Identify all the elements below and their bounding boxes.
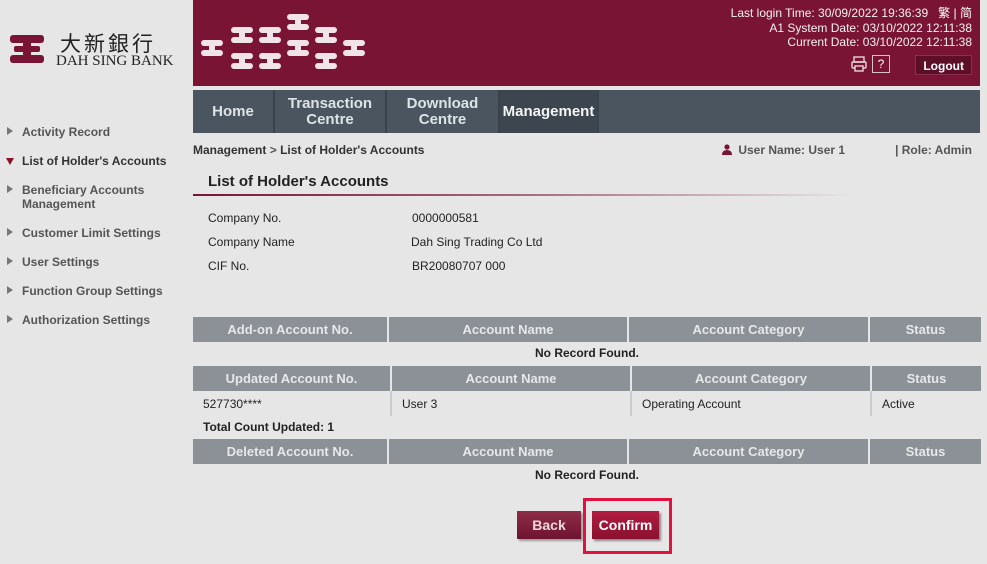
bank-logo-icon — [10, 35, 44, 63]
column-header: Updated Account No. — [193, 366, 392, 391]
column-header: Status — [870, 439, 981, 464]
user-bar: User Name: User 1 | Role: Admin — [722, 143, 980, 157]
header-banner: Last login Time: 30/09/2022 19:36:39 繁 |… — [193, 0, 980, 86]
table-header: Deleted Account No. Account Name Account… — [193, 439, 981, 464]
tab-transaction-centre[interactable]: Transaction Centre — [275, 90, 387, 133]
account-name-cell: User 3 — [392, 391, 632, 416]
sidebar-item-function-group-settings[interactable]: Function Group Settings — [0, 284, 185, 298]
no-record-message: No Record Found. — [535, 346, 639, 360]
user-name: User Name: User 1 — [738, 143, 846, 157]
sidebar-item-authorization-settings[interactable]: Authorization Settings — [0, 313, 185, 327]
status-cell: Active — [882, 396, 915, 411]
no-record-message: No Record Found. — [535, 468, 639, 482]
sidebar-item-activity-record[interactable]: Activity Record — [0, 125, 185, 139]
tab-label: Home — [212, 102, 254, 120]
current-date: Current Date: 03/10/2022 12:11:38 — [787, 35, 972, 49]
tab-label-line1: Download — [406, 94, 479, 112]
title-divider — [193, 194, 853, 196]
cif-no-value: BR20080707 000 — [412, 259, 506, 273]
logo-english-text: DAH SING BANK — [56, 53, 174, 69]
user-icon — [722, 144, 732, 155]
breadcrumb-root[interactable]: Management — [193, 143, 266, 157]
printer-icon[interactable] — [850, 55, 868, 73]
tab-management[interactable]: Management — [500, 90, 599, 133]
login-info: Last login Time: 30/09/2022 19:36:39 繁 |… — [731, 6, 972, 50]
lang-separator: | — [953, 6, 957, 20]
column-header: Status — [870, 317, 981, 342]
arrow-right-icon — [7, 315, 13, 323]
breadcrumb: Management > List of Holder's Accounts — [193, 143, 424, 157]
column-header: Account Category — [629, 317, 870, 342]
sidebar-item-beneficiary-accounts-management[interactable]: Beneficiary Accounts Management — [0, 183, 150, 211]
column-header: Account Name — [389, 439, 629, 464]
arrow-right-icon — [7, 228, 13, 236]
confirm-button[interactable]: Confirm — [592, 511, 659, 539]
tab-download-centre[interactable]: Download Centre — [387, 90, 500, 133]
last-login-time: Last login Time: 30/09/2022 19:36:39 — [730, 6, 929, 20]
account-no-cell: 527730**** — [193, 391, 392, 416]
table-header: Add-on Account No. Account Name Account … — [193, 317, 981, 342]
company-name-label: Company Name — [208, 235, 295, 249]
updated-accounts-table: Updated Account No. Account Name Account… — [193, 366, 981, 438]
page-title: List of Holder's Accounts — [208, 173, 389, 190]
back-button[interactable]: Back — [517, 511, 581, 539]
dah-sing-bank-logo: 大新銀行 DAH SING BANK — [8, 28, 178, 73]
company-name-value: Dah Sing Trading Co Ltd — [411, 235, 543, 249]
company-no-label: Company No. — [208, 211, 282, 225]
sidebar-item-label: Beneficiary Accounts Management — [22, 183, 145, 211]
sidebar-item-list-of-holders-accounts[interactable]: List of Holder's Accounts — [0, 154, 185, 168]
column-header: Status — [872, 366, 981, 391]
arrow-right-icon — [7, 257, 13, 265]
sidebar-item-customer-limit-settings[interactable]: Customer Limit Settings — [0, 226, 185, 240]
lang-traditional-link[interactable]: 繁 — [938, 6, 950, 20]
column-header: Account Category — [629, 439, 870, 464]
tab-home[interactable]: Home — [193, 90, 275, 133]
column-header: Account Name — [392, 366, 632, 391]
tab-label-line2: Centre — [418, 110, 467, 128]
table-header: Updated Account No. Account Name Account… — [193, 366, 981, 391]
tab-label-line2: Centre — [306, 110, 354, 128]
column-header: Deleted Account No. — [193, 439, 389, 464]
system-date: A1 System Date: 03/10/2022 12:11:38 — [769, 20, 972, 35]
header-icons: ? — [850, 55, 890, 73]
column-header: Account Name — [389, 317, 629, 342]
tab-label-line1: Transaction — [287, 94, 373, 112]
lang-simplified-link[interactable]: 简 — [960, 6, 972, 20]
cif-no-label: CIF No. — [208, 259, 250, 273]
company-info: Company No. 0000000581 Company Name Dah … — [208, 211, 608, 283]
sidebar-item-label: Customer Limit Settings — [22, 226, 161, 240]
sidebar-item-label: Activity Record — [22, 125, 111, 139]
logout-button[interactable]: Logout — [915, 55, 972, 75]
sidebar-item-label: List of Holder's Accounts — [22, 154, 167, 168]
main-nav: Home Transaction Centre Download Centre Ma… — [193, 90, 980, 133]
tab-label: Management — [502, 102, 595, 120]
added-accounts-table: Add-on Account No. Account Name Account … — [193, 317, 981, 364]
column-header: Add-on Account No. — [193, 317, 389, 342]
arrow-right-icon — [7, 286, 13, 294]
deleted-accounts-table: Deleted Account No. Account Name Account… — [193, 439, 981, 486]
help-button[interactable]: ? — [872, 55, 890, 73]
breadcrumb-current: List of Holder's Accounts — [280, 143, 425, 157]
breadcrumb-separator: > — [269, 143, 277, 157]
decorative-logo-pattern-icon — [201, 14, 365, 69]
sidebar-item-label: Authorization Settings — [22, 313, 150, 327]
total-count-updated: Total Count Updated: 1 — [203, 420, 335, 434]
account-category-cell: Operating Account — [632, 391, 872, 416]
sidebar-item-user-settings[interactable]: User Settings — [0, 255, 185, 269]
table-row: 527730**** User 3 Operating Account Acti… — [193, 391, 981, 416]
sidebar-item-label: Function Group Settings — [22, 284, 163, 298]
arrow-right-icon — [7, 185, 13, 193]
company-no-value: 0000000581 — [412, 211, 479, 225]
arrow-down-icon — [6, 158, 14, 165]
sidebar-item-label: User Settings — [22, 255, 100, 269]
arrow-right-icon — [7, 127, 13, 135]
column-header: Account Category — [632, 366, 872, 391]
user-role: | Role: Admin — [895, 143, 972, 157]
